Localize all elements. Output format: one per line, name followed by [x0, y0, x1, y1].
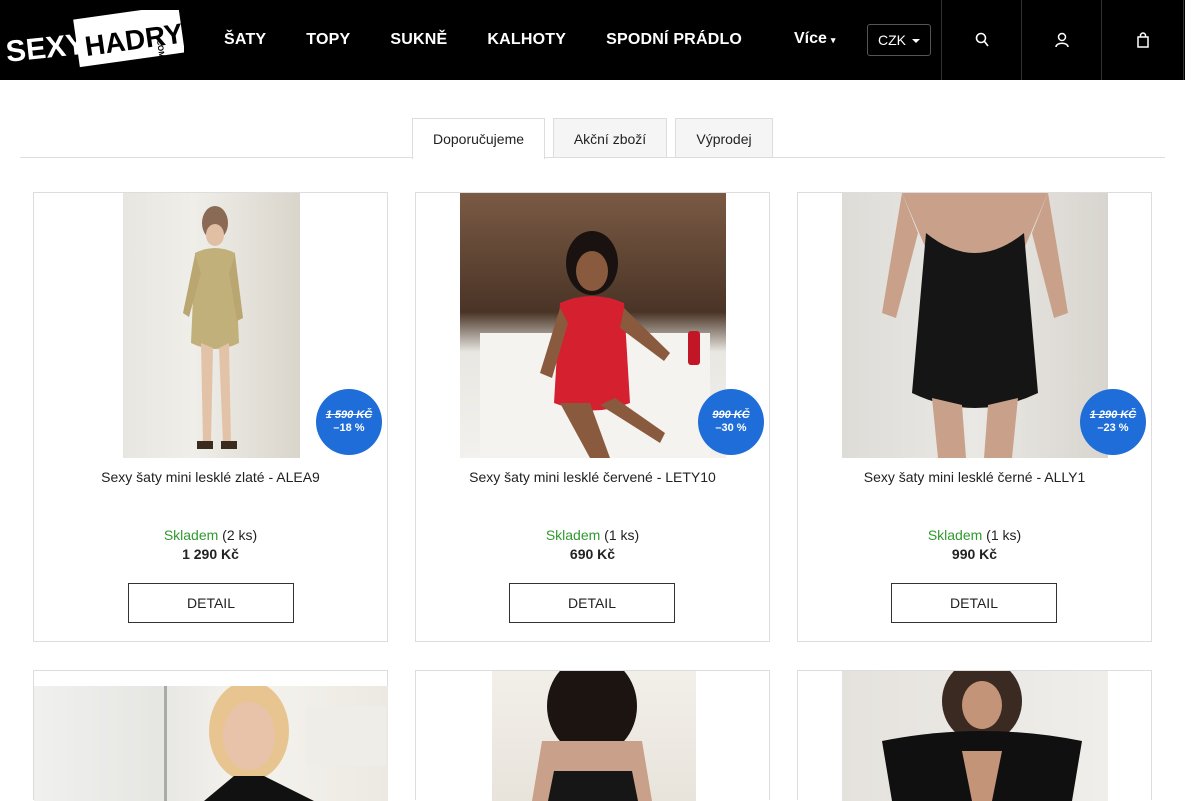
product-name[interactable]: Sexy šaty mini lesklé černé - ALLY1 [798, 469, 1151, 485]
search-button[interactable] [941, 0, 1021, 80]
stock-qty: (2 ks) [222, 527, 258, 543]
badge-old-price: 1 290 KČ [1089, 409, 1137, 421]
search-icon [975, 32, 989, 47]
product-image[interactable] [123, 193, 300, 458]
product-image[interactable] [842, 193, 1108, 458]
product-card[interactable] [797, 670, 1152, 801]
tab-akcni-zbozi[interactable]: Akční zboží [553, 118, 667, 158]
more-menu[interactable]: Více ▾ [794, 30, 835, 48]
cart-icon [1136, 32, 1149, 48]
stock-qty: (1 ks) [986, 527, 1022, 543]
badge-discount: –18 % [333, 422, 365, 434]
currency-select[interactable]: CZK [867, 24, 931, 56]
discount-badge: 990 KČ –30 % [698, 389, 764, 455]
product-card[interactable]: 1 290 KČ –23 % Sexy šaty mini lesklé čer… [797, 192, 1152, 642]
product-stock: Skladem (1 ks) [416, 527, 769, 543]
user-icon [1054, 32, 1069, 48]
product-name[interactable]: Sexy šaty mini lesklé červené - LETY10 [416, 469, 769, 485]
nav-item-sukne[interactable]: SUKNĚ [370, 31, 467, 49]
discount-badge: 1 290 KČ –23 % [1080, 389, 1146, 455]
nav-item-spodni-pradlo[interactable]: SPODNÍ PRÁDLO [586, 31, 762, 49]
header: SEXY HADRY COM ŠATY TOPY SUKNĚ KALHOTY S… [0, 0, 1185, 80]
caret-down-icon [912, 39, 920, 43]
nav-item-topy[interactable]: TOPY [286, 31, 370, 49]
product-card[interactable]: 990 KČ –30 % Sexy šaty mini lesklé červe… [415, 192, 770, 642]
site-logo[interactable]: SEXY HADRY COM [4, 4, 185, 70]
product-image[interactable] [460, 193, 726, 458]
product-card[interactable]: 1 590 KČ –18 % Sexy šaty mini lesklé zla… [33, 192, 388, 642]
product-image[interactable] [842, 671, 1108, 801]
detail-button[interactable]: DETAIL [891, 583, 1057, 623]
stock-qty: (1 ks) [604, 527, 640, 543]
detail-button[interactable]: DETAIL [509, 583, 675, 623]
badge-discount: –23 % [1097, 422, 1129, 434]
discount-badge: 1 590 KČ –18 % [316, 389, 382, 455]
product-image[interactable] [492, 671, 696, 801]
product-card[interactable] [33, 670, 388, 801]
product-price: 1 290 Kč [182, 546, 239, 562]
product-stock: Skladem (1 ks) [798, 527, 1151, 543]
badge-old-price: 990 KČ [712, 409, 750, 421]
product-card[interactable] [415, 670, 770, 801]
product-name[interactable]: Sexy šaty mini lesklé zlaté - ALEA9 [34, 469, 387, 485]
tab-vyprodej[interactable]: Výprodej [675, 118, 773, 158]
user-button[interactable] [1021, 0, 1101, 80]
stock-label: Skladem [163, 527, 219, 543]
product-price: 690 Kč [569, 546, 616, 562]
tab-doporucujeme[interactable]: Doporučujeme [412, 118, 545, 159]
currency-value: CZK [878, 32, 906, 48]
nav-item-saty[interactable]: ŠATY [204, 31, 286, 49]
chevron-down-icon: ▾ [830, 35, 836, 45]
cart-button[interactable] [1101, 0, 1184, 80]
badge-discount: –30 % [715, 422, 747, 434]
product-image[interactable] [34, 686, 388, 801]
detail-button[interactable]: DETAIL [128, 583, 294, 623]
stock-label: Skladem [927, 527, 983, 543]
nav-item-kalhoty[interactable]: KALHOTY [467, 31, 586, 49]
stock-label: Skladem [545, 527, 601, 543]
badge-old-price: 1 590 KČ [325, 409, 373, 421]
tabs-divider [20, 157, 1165, 158]
product-stock: Skladem (2 ks) [34, 527, 387, 543]
svg-text:SEXY: SEXY [4, 28, 87, 69]
more-label: Více [794, 30, 827, 47]
product-price: 990 Kč [951, 546, 998, 562]
main-nav: ŠATY TOPY SUKNĚ KALHOTY SPODNÍ PRÁDLO [204, 0, 762, 80]
